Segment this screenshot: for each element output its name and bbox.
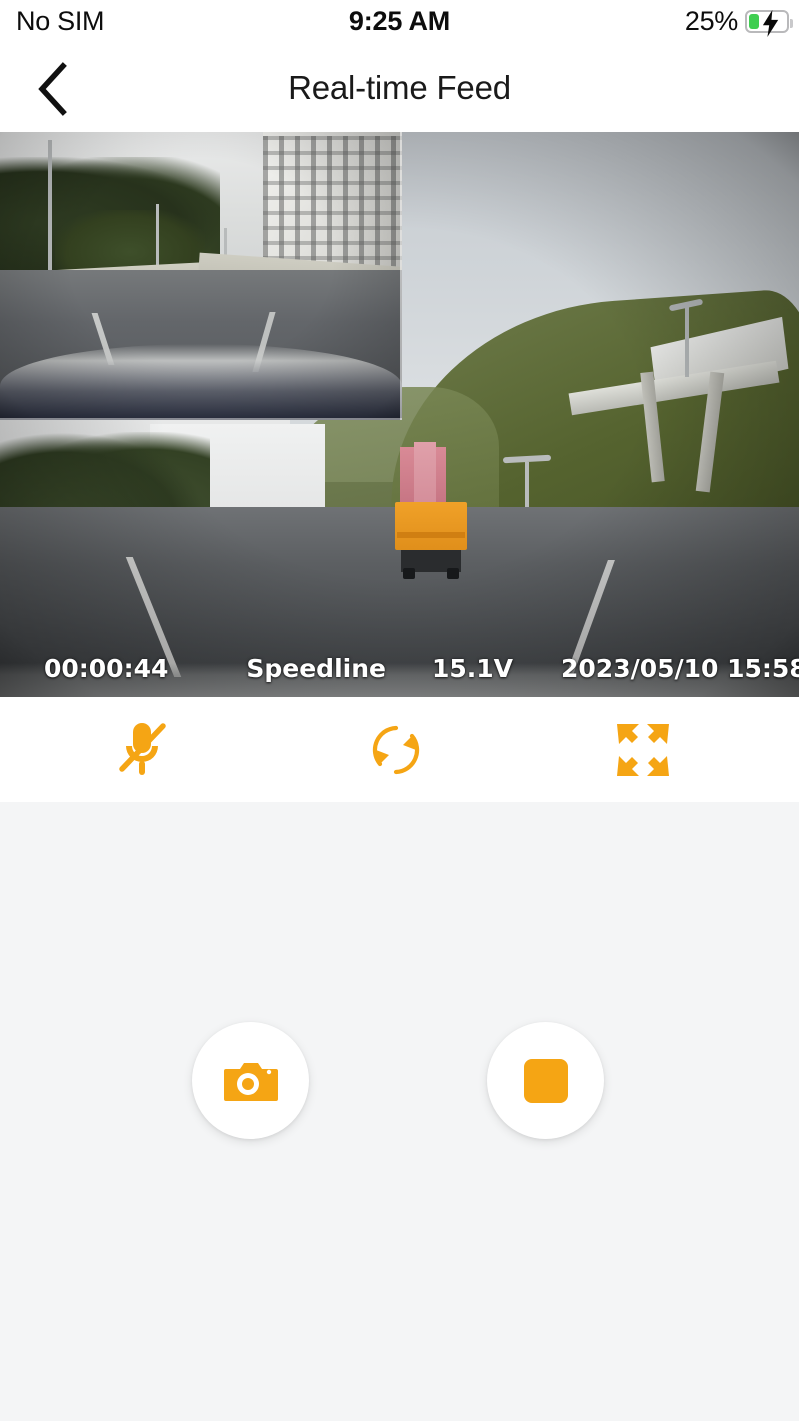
osd-elapsed-time: 00:00:44	[44, 654, 168, 683]
snapshot-button[interactable]	[192, 1022, 309, 1139]
switch-camera-button[interactable]	[346, 697, 446, 802]
video-toolbar	[0, 697, 799, 802]
app-root: No SIM 9:25 AM 25% Real-time Feed	[0, 0, 799, 1421]
osd-voltage: 15.1V	[432, 654, 513, 683]
clock-label: 9:25 AM	[0, 6, 799, 37]
nav-bar: Real-time Feed	[0, 46, 799, 132]
pip-edge-bottom	[0, 418, 402, 420]
stop-record-button[interactable]	[487, 1022, 604, 1139]
pip-vignette	[0, 132, 402, 420]
camera-icon	[224, 1059, 278, 1103]
video-osd-overlay: 00:00:44 Speedline 15.1V 2023/05/10 15:5…	[0, 654, 799, 683]
osd-datetime: 2023/05/10 15:58:19	[561, 654, 799, 683]
mic-mute-button[interactable]	[92, 697, 192, 802]
battery-fill	[749, 14, 759, 29]
video-player[interactable]: 00:00:44 Speedline 15.1V 2023/05/10 15:5…	[0, 132, 799, 697]
stop-square-icon	[524, 1059, 568, 1103]
battery-icon	[745, 10, 789, 33]
page-title: Real-time Feed	[0, 69, 799, 107]
status-bar: No SIM 9:25 AM 25%	[0, 0, 799, 46]
mic-muted-icon	[113, 717, 171, 783]
osd-brand-label: Speedline	[246, 654, 386, 683]
fullscreen-icon	[615, 722, 671, 778]
pip-camera-view[interactable]	[0, 132, 402, 420]
battery-status: 25%	[685, 6, 789, 37]
action-area	[0, 802, 799, 1421]
switch-camera-icon	[368, 722, 424, 778]
fullscreen-button[interactable]	[593, 697, 693, 802]
charging-bolt-icon	[760, 10, 782, 37]
battery-percent-label: 25%	[685, 6, 738, 37]
pip-edge-right	[400, 132, 402, 420]
